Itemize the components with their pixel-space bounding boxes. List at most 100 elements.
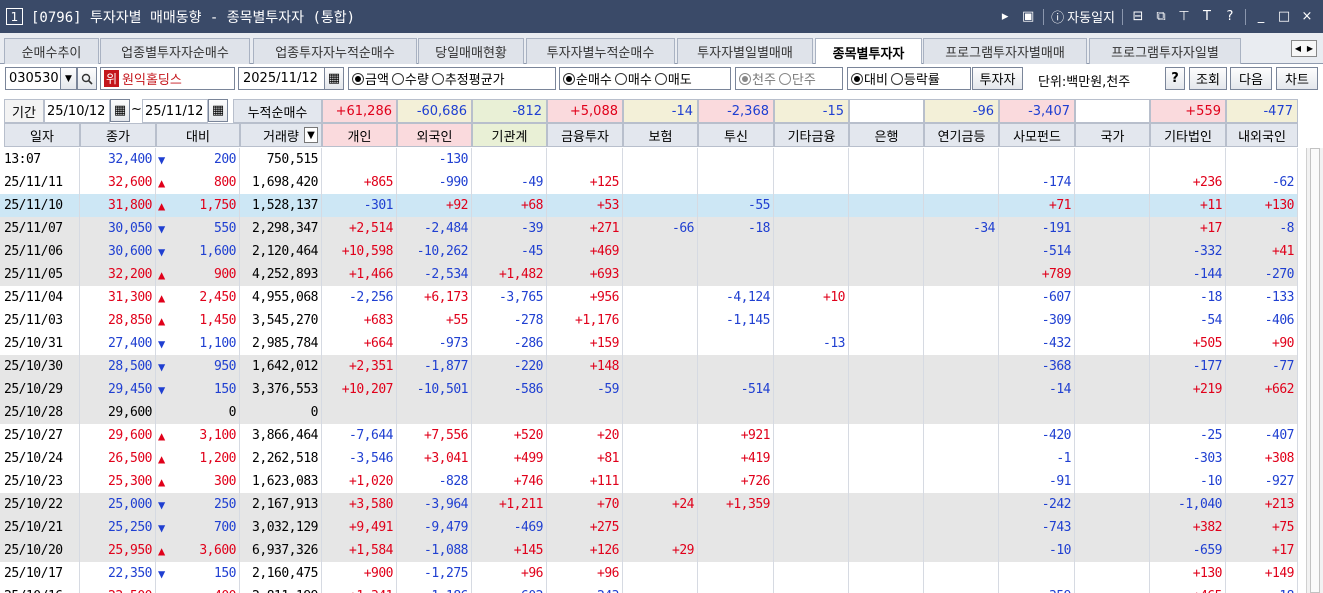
tab-next-icon[interactable]: ▶ [1304,41,1316,56]
investor-value-cell: +92 [397,194,472,217]
to-calendar-icon[interactable]: ▦ [208,99,228,122]
help-button[interactable]: ? [1165,67,1185,90]
trade-radio-3[interactable]: 매도 [654,69,692,88]
table-row[interactable]: 25/10/30 28,500 ▼ 950 1,642,012 +2,351 -1,877-… [0,355,1298,378]
close-icon[interactable]: × [1299,9,1315,24]
compare-radio-1[interactable]: 대비 [851,69,888,88]
table-row[interactable]: 25/10/29 29,450 ▼ 150 3,376,553 +10,207 -10,50… [0,378,1298,401]
tab-9[interactable]: 프로그램투자자일별 [1089,38,1241,64]
autolog-button[interactable]: ⓘ 자동일지 [1051,7,1115,26]
chart-button[interactable]: 차트 [1276,67,1318,90]
stock-code-input[interactable]: 030530 [5,67,61,90]
unit-radio-1[interactable]: 천주 [739,69,776,88]
column-header[interactable]: 연기금등 [924,123,999,147]
investor-value-cell: -25 [1150,424,1226,447]
scrollbar-thumb[interactable] [1310,148,1320,593]
change-cell: 0 [156,401,240,424]
table-row[interactable]: 25/10/20 25,950 ▲ 3,600 6,937,326 +1,584 -1,08… [0,539,1298,562]
table-row[interactable]: 25/10/21 25,250 ▼ 700 3,032,129 +9,491 -9,479-… [0,516,1298,539]
compare-radio-2[interactable]: 등락률 [890,69,940,88]
tab-2[interactable]: 업종별투자자순매수 [100,38,250,64]
amount-radio-1[interactable]: 금액 [352,69,389,88]
table-row[interactable]: 25/10/1622,500▲4002,811,199+1,341-1,186-… [0,585,1298,593]
tab-4[interactable]: 당일매매현황 [418,38,524,64]
column-header[interactable]: 투신 [698,123,774,147]
table-row[interactable]: 25/11/07 30,050 ▼ 550 2,298,347 +2,514 -2,484-… [0,217,1298,240]
amount-radio-2[interactable]: 수량 [391,69,429,88]
table-row[interactable]: 25/11/05 32,200 ▲ 900 4,252,893 +1,466 -2,534 +… [0,263,1298,286]
column-header[interactable]: 거래량 ▼ [240,123,322,147]
table-row[interactable]: 25/11/11 32,600 ▲ 800 1,698,420 +865 -990 -49 +1… [0,171,1298,194]
tab-5[interactable]: 투자자별누적순매수 [526,38,675,64]
unit-radio-2[interactable]: 단주 [778,69,816,88]
column-header[interactable]: 내외국인 [1226,123,1298,147]
table-row[interactable]: 25/10/27 29,600 ▲ 3,100 3,866,464 -7,644 +7,55… [0,424,1298,447]
table-row[interactable]: 25/10/17 22,350 ▼ 150 2,160,475 +900 -1,275 +96… [0,562,1298,585]
stock-name-field[interactable]: 위 원익홀딩스 [100,67,235,90]
close-cell: 32,400 [80,148,156,171]
radio-dot [352,72,364,85]
investor-value-cell: -10,501 [397,378,472,401]
date-cell: 25/10/17 [4,562,80,585]
column-header[interactable]: 금융투자 [547,123,623,147]
investor-button[interactable]: 투자자 [972,67,1023,90]
screen-icon[interactable]: ▣ [1020,9,1036,24]
column-header[interactable]: 개인 [322,123,397,147]
column-header[interactable]: 사모펀드 [999,123,1075,147]
layout-icon[interactable]: ⊟ [1130,9,1146,24]
maximize-icon[interactable]: □ [1276,9,1292,24]
column-header[interactable]: 기관계 [472,123,547,147]
tab-7[interactable]: 종목별투자자 [815,38,922,65]
investor-value-cell: -55 [698,194,774,217]
tab-1[interactable]: 순매수추이 [4,38,99,64]
column-header[interactable]: 대비 [156,123,240,147]
table-row[interactable]: 25/11/03 28,850 ▲ 1,450 3,545,270 +683 +55 -278… [0,309,1298,332]
column-header[interactable]: 기타법인 [1150,123,1226,147]
close-cell: 32,200 [80,263,156,286]
copy-window-icon[interactable]: ⧉ [1153,9,1169,24]
search-icon[interactable] [77,67,97,90]
table-row[interactable]: 25/11/10 31,800 ▲ 1,750 1,528,137 -301 +92 +68 +… [0,194,1298,217]
investor-value-cell: -407 [1226,424,1298,447]
pin-icon[interactable]: ⊤ [1176,9,1192,24]
table-row[interactable]: 25/10/28 29,600 0 0 [0,401,1298,424]
tab-scroll[interactable]: ◀ ▶ [1291,40,1317,57]
column-header[interactable]: 국가 [1075,123,1150,147]
query-button[interactable]: 조회 [1189,67,1227,90]
date-input[interactable]: 2025/11/12 [238,67,325,90]
help-icon[interactable]: ? [1222,9,1238,24]
table-row[interactable]: 25/10/23 25,300 ▲ 300 1,623,083 +1,020 -828 +74… [0,470,1298,493]
investor-value-cell: +2,351 [322,355,397,378]
to-date-input[interactable]: 25/11/12 [142,99,208,123]
column-header[interactable]: 일자 [4,123,80,147]
next-button[interactable]: 다음 [1230,67,1272,90]
trade-radio-1[interactable]: 순매수 [563,69,612,88]
trade-radio-2[interactable]: 매수 [614,69,652,88]
volume-dropdown-icon[interactable]: ▼ [304,127,318,143]
amount-radio-3[interactable]: 추정평균가 [431,69,505,88]
table-row[interactable]: 25/10/31 27,400 ▼ 1,100 2,985,784 +664 -973 -28… [0,332,1298,355]
investor-value-cell [623,516,698,539]
from-calendar-icon[interactable]: ▦ [110,99,130,122]
calendar-icon[interactable]: ▦ [324,67,344,90]
table-row[interactable]: 25/10/22 25,000 ▼ 250 2,167,913 +3,580 -3,964 +… [0,493,1298,516]
table-row[interactable]: 13:07 32,400 ▼ 200 750,515 -130 [0,148,1298,171]
column-header[interactable]: 종가 [80,123,156,147]
minimize-icon[interactable]: _ [1253,9,1269,24]
column-header[interactable]: 기타금융 [774,123,849,147]
tab-8[interactable]: 프로그램투자자별매매 [923,38,1087,64]
column-header[interactable]: 보험 [623,123,698,147]
tab-6[interactable]: 투자자별일별매매 [677,38,813,64]
code-dropdown-icon[interactable]: ▼ [60,67,77,90]
from-date-input[interactable]: 25/10/12 [44,99,110,123]
column-header[interactable]: 은행 [849,123,924,147]
tab-prev-icon[interactable]: ◀ [1292,41,1304,56]
table-row[interactable]: 25/10/24 26,500 ▲ 1,200 2,262,518 -3,546 +3,04… [0,447,1298,470]
font-icon[interactable]: T [1199,9,1215,24]
tab-3[interactable]: 업종투자자누적순매수 [253,38,417,64]
table-row[interactable]: 25/11/06 30,600 ▼ 1,600 2,120,464 +10,598 -10,… [0,240,1298,263]
play-icon[interactable]: ▸ [997,9,1013,24]
table-row[interactable]: 25/11/04 31,300 ▲ 2,450 4,955,068 -2,256 +6,17… [0,286,1298,309]
vertical-scrollbar[interactable] [1306,148,1323,593]
column-header[interactable]: 외국인 [397,123,472,147]
